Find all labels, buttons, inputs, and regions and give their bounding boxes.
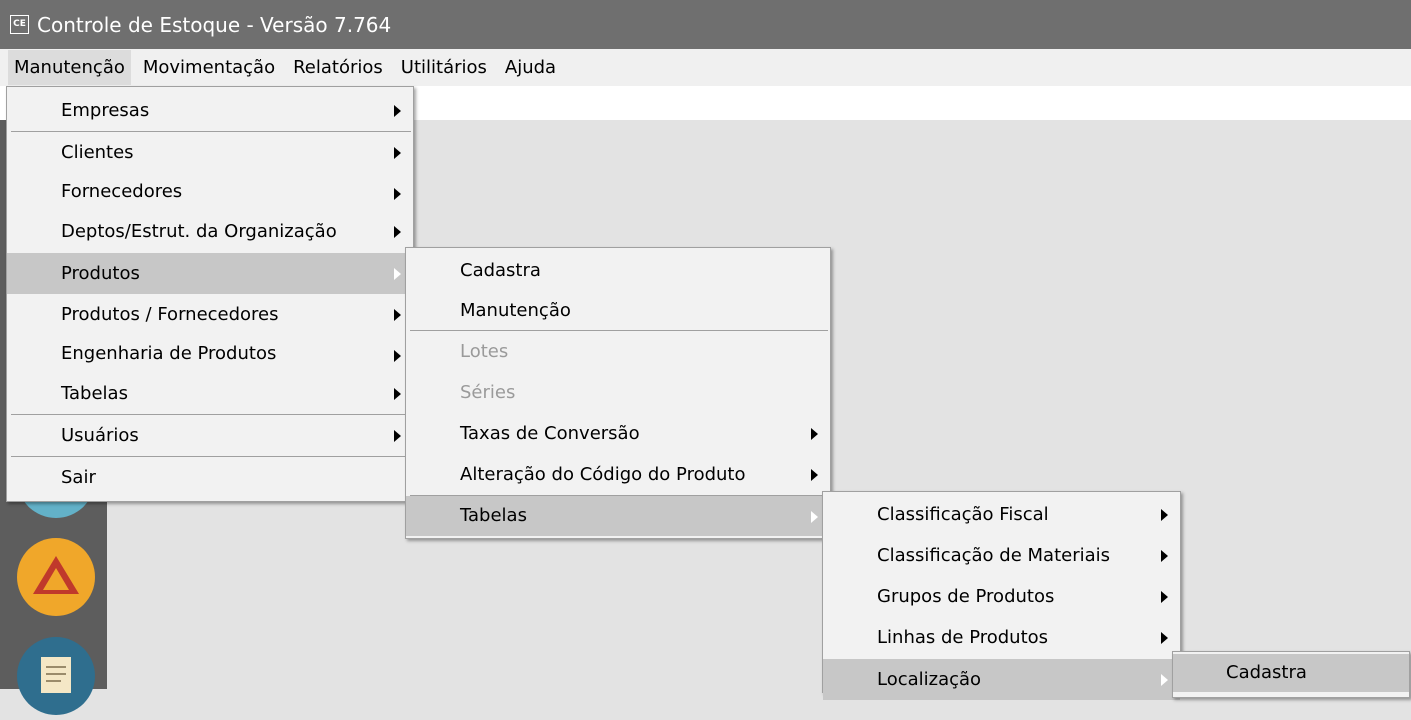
menu-item-classificacao-fiscal[interactable]: Classificação Fiscal xyxy=(823,494,1180,535)
menu-item-label: Sair xyxy=(61,467,96,488)
menu-item-label: Produtos / Fornecedores xyxy=(61,304,279,325)
menu-item-produtos[interactable]: Produtos xyxy=(7,253,413,294)
shape-icon xyxy=(33,556,79,594)
menu-item-label: Deptos/Estrut. da Organização xyxy=(61,221,337,242)
menu-item-label: Localização xyxy=(877,669,982,690)
menu-item-label: Tabelas xyxy=(460,505,527,526)
submenu-arrow-icon xyxy=(394,309,401,321)
menu-item-label: Grupos de Produtos xyxy=(877,586,1055,607)
menu-item-alteracao-codigo[interactable]: Alteração do Código do Produto xyxy=(406,454,830,495)
menu-item-label: Fornecedores xyxy=(61,181,183,202)
menu-item-tabelas-produtos[interactable]: Tabelas xyxy=(406,496,830,536)
menu-item-deptos[interactable]: Deptos/Estrut. da Organização xyxy=(7,211,413,252)
document-icon xyxy=(41,657,71,693)
menu-relatorios[interactable]: Relatórios xyxy=(287,50,389,85)
menu-item-linhas-produtos[interactable]: Linhas de Produtos xyxy=(823,617,1180,658)
menu-bar: Manutenção Movimentação Relatórios Utili… xyxy=(0,49,1411,86)
menu-item-label: Engenharia de Produtos xyxy=(61,343,277,364)
menu-item-label: Tabelas xyxy=(61,383,128,404)
menu-item-classificacao-materiais[interactable]: Classificação de Materiais xyxy=(823,535,1180,576)
menu-item-label: Clientes xyxy=(61,142,134,163)
menu-item-label: Alteração do Código do Produto xyxy=(460,464,746,485)
menu-item-produtos-fornecedores[interactable]: Produtos / Fornecedores xyxy=(7,294,413,335)
submenu-arrow-icon xyxy=(394,226,401,238)
menu-item-cadastra[interactable]: Cadastra xyxy=(406,250,830,291)
menu-item-fornecedores[interactable]: Fornecedores xyxy=(7,173,413,211)
produtos-submenu: Cadastra Manutenção Lotes Séries Taxas d… xyxy=(405,247,831,539)
submenu-arrow-icon xyxy=(394,350,401,362)
submenu-arrow-icon xyxy=(1161,591,1168,603)
menu-item-label: Produtos xyxy=(61,263,140,284)
submenu-arrow-icon xyxy=(1161,674,1168,686)
menu-item-localizacao-cadastra[interactable]: Cadastra xyxy=(1173,654,1409,692)
menu-item-sair[interactable]: Sair xyxy=(7,457,413,498)
submenu-arrow-icon xyxy=(394,147,401,159)
submenu-arrow-icon xyxy=(394,388,401,400)
window-title: Controle de Estoque - Versão 7.764 xyxy=(37,12,392,37)
title-bar: CE Controle de Estoque - Versão 7.764 xyxy=(0,0,1411,49)
submenu-arrow-icon xyxy=(394,268,401,280)
menu-item-taxas-conversao[interactable]: Taxas de Conversão xyxy=(406,413,830,454)
menu-item-label: Empresas xyxy=(61,100,150,121)
menu-ajuda[interactable]: Ajuda xyxy=(499,50,562,85)
menu-item-label: Classificação Fiscal xyxy=(877,504,1049,525)
menu-item-lotes: Lotes xyxy=(406,331,830,372)
menu-movimentacao[interactable]: Movimentação xyxy=(137,50,281,85)
menu-item-grupos-produtos[interactable]: Grupos de Produtos xyxy=(823,576,1180,617)
app-icon: CE xyxy=(10,15,29,34)
submenu-arrow-icon xyxy=(1161,509,1168,521)
submenu-arrow-icon xyxy=(394,188,401,200)
menu-item-localizacao[interactable]: Localização xyxy=(823,659,1180,700)
menu-item-engenharia[interactable]: Engenharia de Produtos xyxy=(7,335,413,373)
submenu-arrow-icon xyxy=(394,430,401,442)
menu-item-tabelas[interactable]: Tabelas xyxy=(7,373,413,414)
menu-item-label: Usuários xyxy=(61,425,139,446)
menu-item-clientes[interactable]: Clientes xyxy=(7,132,413,173)
menu-item-label: Lotes xyxy=(460,341,509,362)
menu-item-empresas[interactable]: Empresas xyxy=(7,90,413,131)
menu-item-series: Séries xyxy=(406,372,830,413)
submenu-arrow-icon xyxy=(394,105,401,117)
menu-item-manutencao[interactable]: Manutenção xyxy=(406,291,830,330)
menu-item-label: Classificação de Materiais xyxy=(877,545,1111,566)
tabelas-submenu: Classificação Fiscal Classificação de Ma… xyxy=(822,491,1181,700)
menu-item-label: Linhas de Produtos xyxy=(877,627,1049,648)
submenu-arrow-icon xyxy=(811,511,818,523)
shortcut-icon-document[interactable] xyxy=(17,637,95,715)
menu-item-usuarios[interactable]: Usuários xyxy=(7,415,413,456)
submenu-arrow-icon xyxy=(1161,550,1168,562)
submenu-arrow-icon xyxy=(1161,632,1168,644)
submenu-arrow-icon xyxy=(811,469,818,481)
menu-item-label: Séries xyxy=(460,382,516,403)
shortcut-icon-orange[interactable] xyxy=(17,538,95,616)
submenu-arrow-icon xyxy=(811,428,818,440)
menu-item-label: Manutenção xyxy=(460,300,571,321)
localizacao-submenu: Cadastra xyxy=(1172,651,1410,698)
manutencao-dropdown: Empresas Clientes Fornecedores Deptos/Es… xyxy=(6,86,414,502)
menu-item-label: Taxas de Conversão xyxy=(460,423,640,444)
menu-item-label: Cadastra xyxy=(1226,662,1307,683)
menu-item-label: Cadastra xyxy=(460,260,541,281)
menu-manutencao[interactable]: Manutenção xyxy=(8,50,131,85)
menu-utilitarios[interactable]: Utilitários xyxy=(395,50,493,85)
